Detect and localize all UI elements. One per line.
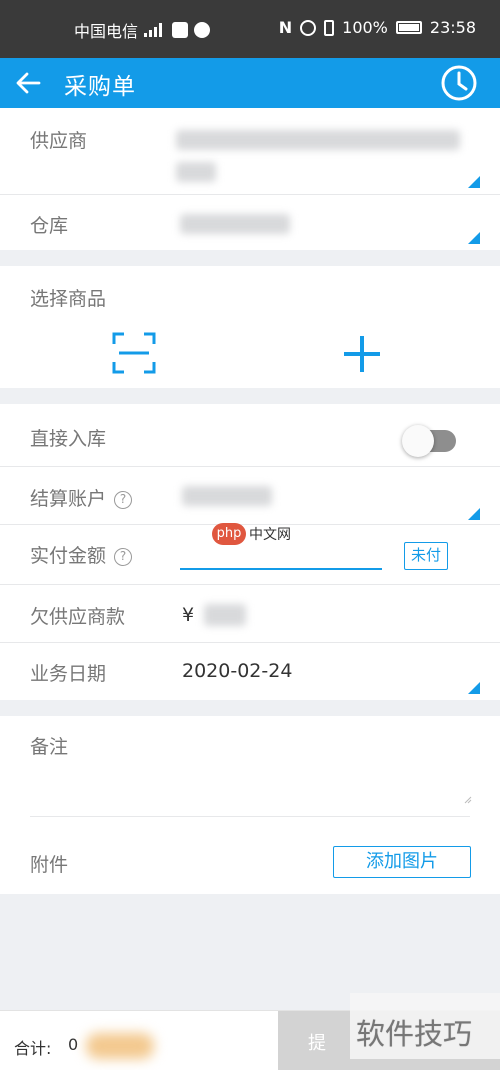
- back-button[interactable]: [8, 63, 48, 103]
- clock-time: 23:58: [429, 18, 476, 37]
- direct-stock-label: 直接入库: [30, 428, 107, 450]
- dropdown-corner-icon: [468, 176, 480, 188]
- remark-label: 备注: [30, 736, 69, 758]
- app-notification-icon: [172, 22, 189, 38]
- status-left: 中国电信: [74, 18, 211, 42]
- warehouse-label: 仓库: [30, 215, 69, 237]
- scan-button[interactable]: [110, 330, 162, 380]
- total-amount-blurred: [86, 1033, 154, 1059]
- clock-icon: [441, 65, 477, 101]
- supplier-value-blurred-line2: [176, 162, 216, 182]
- account-label-text: 结算账户: [30, 488, 107, 510]
- divider: [0, 466, 500, 467]
- supplier-value-blurred: [176, 130, 460, 150]
- add-goods-button[interactable]: [338, 330, 388, 380]
- status-right: N 100% 23:58: [279, 18, 476, 37]
- divider: [0, 584, 500, 585]
- account-label: 结算账户?: [30, 484, 133, 511]
- divider: [30, 816, 470, 817]
- account-field[interactable]: [170, 474, 490, 524]
- paid-label: 实付金额?: [30, 541, 133, 568]
- php-watermark-logo: php 中文网: [212, 522, 294, 546]
- plus-icon: [344, 336, 380, 372]
- resize-handle-icon: [464, 796, 472, 804]
- goods-section: 选择商品: [0, 266, 500, 388]
- arrow-left-icon: [16, 72, 41, 94]
- page-title: 采购单: [64, 74, 136, 100]
- attachment-label: 附件: [30, 854, 69, 876]
- history-button[interactable]: [438, 62, 480, 104]
- supplier-field[interactable]: [170, 118, 490, 194]
- owed-value-blurred: [204, 604, 246, 626]
- toggle-knob: [402, 425, 434, 457]
- footer-bar: 合计: 0 提 软件技巧: [0, 993, 500, 1070]
- php-logo-badge: php: [212, 523, 246, 545]
- dropdown-corner-icon: [468, 682, 480, 694]
- submit-label: 提: [308, 1033, 326, 1054]
- remark-textarea[interactable]: [30, 762, 474, 806]
- help-icon[interactable]: ?: [114, 548, 133, 566]
- total-label: 合计:: [14, 1039, 52, 1058]
- nfc-icon: N: [278, 18, 293, 37]
- direct-stock-toggle[interactable]: [402, 425, 456, 457]
- date-field[interactable]: 2020-02-24: [170, 650, 490, 698]
- date-label: 业务日期: [30, 663, 107, 685]
- add-image-button[interactable]: 添加图片: [333, 846, 471, 878]
- warehouse-field[interactable]: [170, 200, 490, 246]
- php-logo-suffix: 中文网: [249, 527, 291, 543]
- notes-section: 备注 附件 添加图片: [0, 716, 500, 894]
- goods-title: 选择商品: [30, 288, 107, 310]
- app-bar: 采购单: [0, 58, 500, 108]
- alarm-icon: [300, 19, 317, 36]
- supplier-label: 供应商: [30, 130, 88, 152]
- dropdown-corner-icon: [468, 232, 480, 244]
- owed-label: 欠供应商款: [30, 606, 126, 628]
- warehouse-value-blurred: [180, 214, 290, 234]
- battery-percent: 100%: [342, 18, 388, 37]
- unpaid-button[interactable]: 未付: [404, 542, 448, 570]
- help-icon[interactable]: ?: [114, 491, 133, 509]
- status-bar: 中国电信 N 100% 23:58: [0, 0, 500, 58]
- signal-icon: [144, 23, 166, 37]
- divider: [0, 642, 500, 643]
- owed-currency: ¥: [182, 604, 195, 626]
- total-value: 0: [68, 1035, 79, 1054]
- vibrate-icon: [324, 19, 335, 36]
- carrier-label: 中国电信: [74, 22, 139, 41]
- paid-label-text: 实付金额: [30, 545, 107, 567]
- watermark-text: 软件技巧: [356, 1017, 473, 1051]
- account-value-blurred: [182, 486, 272, 506]
- dropdown-corner-icon: [468, 508, 480, 520]
- supplier-section: 供应商 仓库: [0, 108, 500, 250]
- settlement-section: 直接入库 结算账户? 实付金额? 未付 欠供应商款 ¥ 业务日期 2020-02…: [0, 404, 500, 700]
- date-value: 2020-02-24: [182, 660, 293, 682]
- scan-icon: [112, 332, 156, 374]
- notification-dot-icon: [194, 22, 211, 38]
- paid-amount-input[interactable]: [180, 544, 382, 570]
- divider: [0, 194, 500, 195]
- battery-icon: [395, 21, 422, 34]
